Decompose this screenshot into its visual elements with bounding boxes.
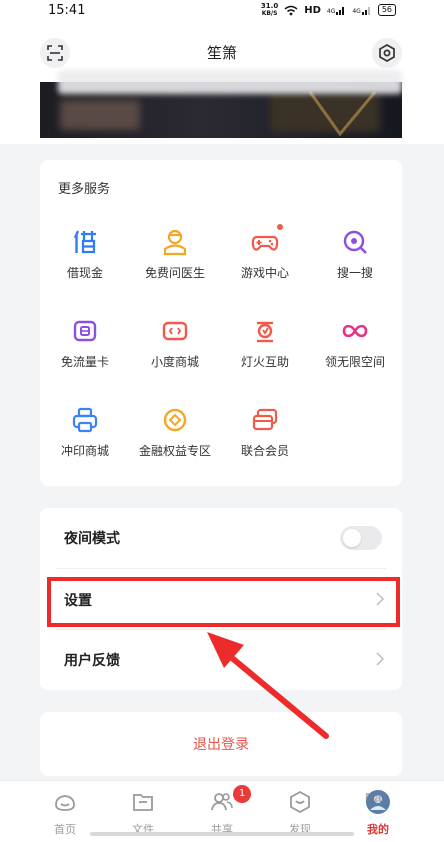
user-feedback-row[interactable]: 用户反馈 [40, 630, 402, 690]
night-mode-label: 夜间模式 [64, 531, 120, 547]
signal-4g-1: 4G [327, 5, 346, 15]
toggle-knob [343, 529, 361, 547]
infinity-icon [341, 317, 369, 345]
home-icon [52, 789, 78, 815]
new-dot [277, 224, 283, 230]
doctor-icon [161, 228, 189, 256]
services-title: 更多服务 [58, 182, 111, 197]
baidu-watermark: Bai [365, 790, 386, 805]
sim-card-icon [71, 317, 99, 345]
service-data-sim[interactable]: 免流量卡 [40, 317, 130, 370]
service-borrow-cash[interactable]: 借现金 [40, 228, 130, 281]
membership-card-icon [251, 406, 279, 434]
share-badge: 1 [233, 785, 251, 803]
service-search[interactable]: 搜一搜 [310, 228, 400, 281]
tab-discover[interactable]: 发现 [260, 789, 340, 837]
battery-indicator: 56 [377, 4, 396, 16]
service-game-center[interactable]: 游戏中心 [220, 224, 310, 281]
discover-icon [287, 789, 313, 815]
chevron-right-icon [376, 652, 384, 666]
folder-icon [130, 789, 156, 815]
mutual-aid-icon [251, 317, 279, 345]
banner-blur-overlay [58, 70, 402, 94]
printer-icon [71, 406, 99, 434]
service-joint-membership[interactable]: 联合会员 [220, 406, 310, 459]
user-feedback-label: 用户反馈 [64, 653, 120, 669]
more-services-card: 更多服务 借现金 免费问医生 游戏中心 搜一搜 免流量卡 小度商城 灯火互助 领… [40, 160, 402, 486]
store-icon [161, 317, 189, 345]
network-speed: 31.0 KB/S [260, 2, 279, 18]
service-print-store[interactable]: 冲印商城 [40, 406, 130, 459]
night-mode-toggle[interactable] [340, 526, 382, 550]
tab-share[interactable]: 1 共享 [182, 785, 262, 837]
service-mutual-aid[interactable]: 灯火互助 [220, 317, 310, 370]
highlight-box-annotation [47, 577, 400, 627]
settings-gear-button[interactable] [372, 38, 402, 68]
service-free-doctor[interactable]: 免费问医生 [130, 228, 220, 281]
gear-icon [379, 44, 395, 62]
finance-icon [161, 406, 189, 434]
status-bar: 15:41 31.0 KB/S HD 4G 4G 56 [0, 0, 444, 24]
logout-label: 退出登录 [193, 737, 249, 753]
signal-4g-2: 4G [352, 5, 371, 15]
status-time: 15:41 [48, 3, 86, 18]
service-xiaodu-store[interactable]: 小度商城 [130, 317, 220, 370]
status-icons: 31.0 KB/S HD 4G 4G 56 [261, 3, 396, 17]
gamepad-icon [251, 224, 283, 256]
borrow-cash-icon [71, 228, 99, 256]
service-finance-zone[interactable]: 金融权益专区 [130, 406, 220, 459]
tab-home[interactable]: 首页 [25, 789, 105, 837]
wifi-icon [284, 5, 298, 15]
night-mode-row: 夜间模式 [40, 508, 402, 568]
home-indicator [90, 832, 354, 836]
logout-button[interactable]: 退出登录 [40, 712, 402, 776]
share-icon: 1 [209, 785, 251, 815]
divider [56, 568, 386, 569]
search-icon [341, 228, 369, 256]
service-unlimited-space[interactable]: 领无限空间 [310, 317, 400, 370]
tab-files[interactable]: 文件 [103, 789, 183, 837]
hd-label: HD [304, 4, 321, 16]
